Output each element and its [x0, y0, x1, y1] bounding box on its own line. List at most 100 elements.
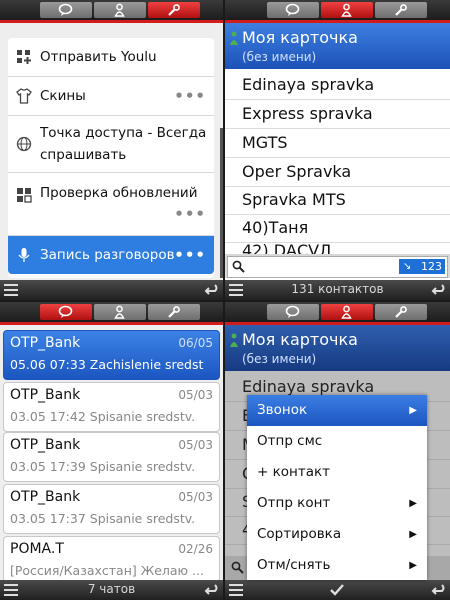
settings-item-label: Точка доступа - Всегда	[40, 125, 207, 141]
message-thread[interactable]: POMA.T 02/26 [Россия/Казахстан] Желаю ..…	[3, 536, 220, 582]
back-icon[interactable]	[430, 582, 446, 598]
settings-panel: Отправить Youlu Скины ••• Точка доступа …	[0, 0, 223, 298]
message-thread[interactable]: OTP_Bank 05/03 03.05 17:39 Spisanie sred…	[3, 432, 220, 482]
tab-contacts[interactable]	[94, 304, 146, 320]
contacts-icon	[114, 3, 125, 17]
chat-icon	[285, 3, 300, 16]
back-icon[interactable]	[203, 582, 219, 598]
settings-item-label-2: спрашивать	[40, 147, 127, 163]
tab-underline	[0, 322, 223, 325]
contacts-count-label: 131 контактов	[291, 282, 384, 296]
thread-date: 06/05	[178, 336, 213, 350]
messages-bottom-bar: 7 чатов	[0, 580, 223, 600]
my-card-subtitle: (без имени)	[242, 50, 317, 64]
wrench-icon	[168, 4, 180, 16]
update-grid-icon	[17, 188, 32, 203]
microphone-icon	[18, 248, 30, 262]
menu-item-sort[interactable]: Сортировка ▶	[247, 519, 427, 550]
chats-count-label: 7 чатов	[87, 582, 136, 596]
contacts-bottom-bar: 131 контактов	[225, 280, 450, 300]
menu-icon[interactable]	[4, 284, 18, 296]
contact-row[interactable]: Spravka MTS	[225, 186, 450, 215]
settings-item-check-updates[interactable]: Проверка обновлений •••	[8, 173, 214, 236]
contact-row[interactable]: Express spravka	[225, 100, 450, 129]
message-thread[interactable]: OTP_Bank 05/03 03.05 17:42 Spisanie sred…	[3, 382, 220, 432]
settings-item-label: Отправить Youlu	[40, 49, 157, 65]
menu-item-add-contact[interactable]: + контакт	[247, 457, 427, 488]
chat-icon	[58, 305, 73, 318]
my-card-title: Моя карточка	[242, 330, 358, 349]
menu-item-label: Отпр смс	[257, 433, 323, 449]
more-dots-icon[interactable]: •••	[174, 205, 206, 223]
person-icon	[230, 333, 238, 347]
person-icon	[230, 31, 238, 45]
tab-settings[interactable]	[148, 304, 200, 320]
search-count: 123	[421, 260, 442, 273]
more-dots-icon[interactable]: •••	[174, 77, 206, 115]
contact-row[interactable]: MGTS	[225, 129, 450, 158]
tab-contacts[interactable]	[321, 304, 373, 320]
settings-item-send-youlu[interactable]: Отправить Youlu	[8, 38, 214, 77]
contact-row[interactable]: 40)Таня	[225, 214, 450, 243]
settings-item-access-point[interactable]: Точка доступа - Всегда спрашивать	[8, 116, 214, 173]
back-icon[interactable]	[203, 282, 219, 298]
tab-contacts[interactable]	[321, 2, 373, 18]
contacts-panel: Моя карточка (без имени) Edinaya spravka…	[225, 0, 450, 298]
menu-icon[interactable]	[229, 584, 243, 596]
contact-row[interactable]: Edinaya spravka	[225, 71, 450, 100]
checkmark-icon[interactable]	[329, 583, 345, 597]
menu-item-send-contact[interactable]: Отпр конт ▶	[247, 488, 427, 519]
my-card-row[interactable]: Моя карточка (без имени)	[225, 23, 450, 69]
thread-date: 05/03	[178, 388, 213, 402]
settings-bottom-bar	[0, 280, 223, 300]
tab-settings[interactable]	[148, 2, 200, 18]
tab-bar	[225, 302, 450, 322]
tab-settings[interactable]	[375, 304, 427, 320]
thread-date: 02/26	[178, 542, 213, 556]
submenu-arrow-icon: ▶	[409, 560, 417, 571]
context-menu: Звонок ▶ Отпр смс + контакт Отпр конт ▶ …	[247, 395, 427, 580]
wrench-icon	[395, 306, 407, 318]
scrollbar[interactable]	[220, 128, 223, 278]
tab-chats[interactable]	[40, 2, 92, 18]
tab-chats[interactable]	[267, 2, 319, 18]
more-dots-icon[interactable]: •••	[174, 236, 206, 274]
contact-row[interactable]: Oper Spravka	[225, 158, 450, 187]
wrench-icon	[395, 4, 407, 16]
message-thread[interactable]: OTP_Bank 05/03 03.05 17:37 Spisanie sred…	[3, 484, 220, 534]
thread-preview: [Россия/Казахстан] Желаю ...	[10, 563, 204, 578]
app-grid-icon	[17, 50, 31, 64]
thread-sender: OTP_Bank	[10, 489, 81, 505]
settings-item-call-recording[interactable]: Запись разговоров •••	[8, 236, 214, 274]
back-icon[interactable]	[430, 282, 446, 298]
menu-item-label: Отпр конт	[257, 495, 331, 511]
globe-icon	[16, 136, 32, 152]
tab-contacts[interactable]	[94, 2, 146, 18]
contacts-bottom-bar	[225, 580, 450, 600]
menu-item-mark-unmark[interactable]: Отм/снять ▶	[247, 550, 427, 581]
search-icon	[232, 260, 245, 273]
settings-item-label: Запись разговоров	[40, 247, 175, 263]
tab-bar	[0, 302, 223, 322]
settings-item-skins[interactable]: Скины •••	[8, 77, 214, 116]
tab-chats[interactable]	[267, 304, 319, 320]
search-icon	[231, 561, 244, 574]
tab-settings[interactable]	[375, 2, 427, 18]
submenu-arrow-icon: ▶	[409, 405, 417, 416]
message-thread[interactable]: OTP_Bank 06/05 05.06 07:33 Zachislenie s…	[3, 330, 220, 380]
thread-sender: OTP_Bank	[10, 437, 81, 453]
search-input[interactable]: ↘ 123	[227, 256, 448, 278]
menu-item-send-sms[interactable]: Отпр смс	[247, 426, 427, 457]
thread-preview: 03.05 17:42 Spisanie sredstv.	[10, 409, 196, 424]
my-card-row[interactable]: Моя карточка (без имени)	[225, 325, 450, 371]
submenu-arrow-icon: ▶	[409, 529, 417, 540]
my-card-subtitle: (без имени)	[242, 352, 317, 366]
search-count-badge: ↘ 123	[399, 259, 445, 274]
tab-chats[interactable]	[40, 304, 92, 320]
menu-item-call[interactable]: Звонок ▶	[247, 395, 427, 426]
settings-item-label: Проверка обновлений	[40, 185, 198, 201]
messages-panel: OTP_Bank 06/05 05.06 07:33 Zachislenie s…	[0, 302, 223, 600]
tab-bar	[0, 0, 223, 20]
settings-list: Отправить Youlu Скины ••• Точка доступа …	[8, 38, 214, 278]
thread-sender: OTP_Bank	[10, 387, 81, 403]
